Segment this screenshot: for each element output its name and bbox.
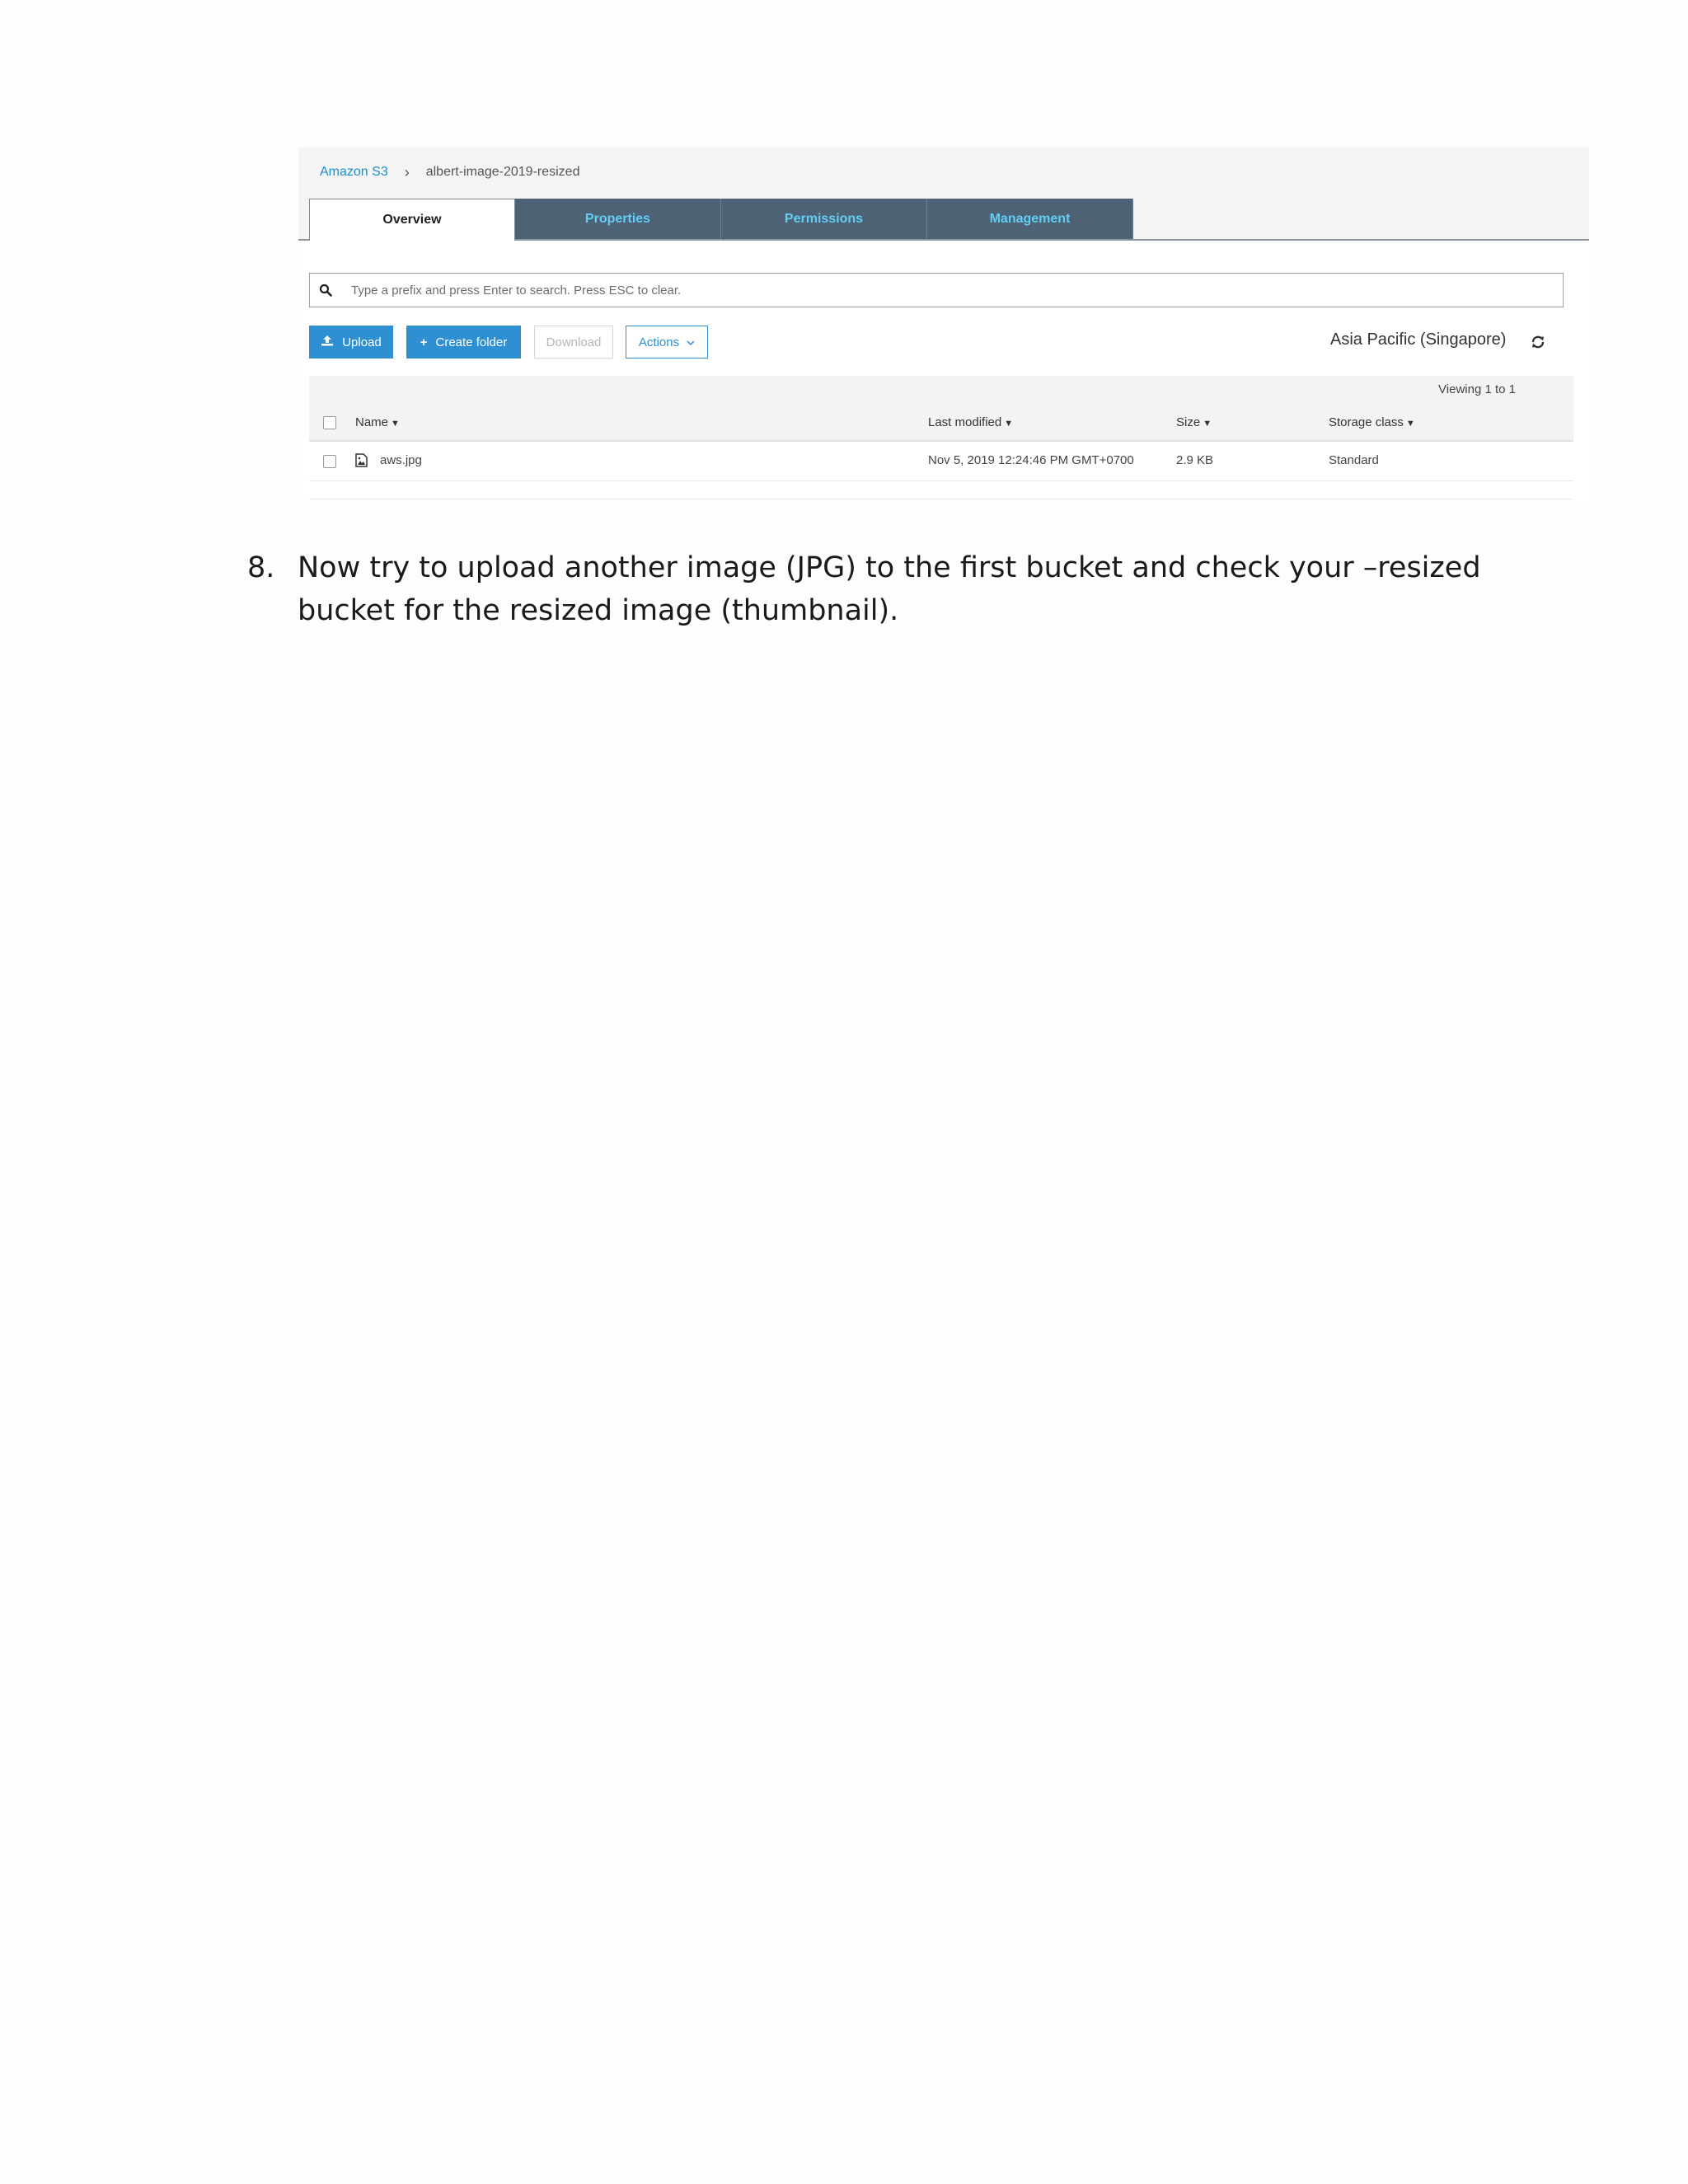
actions-dropdown[interactable]: Actions bbox=[626, 326, 708, 359]
column-header-last-modified[interactable]: Last modified ▼ bbox=[928, 415, 1013, 429]
table-row[interactable]: aws.jpg Nov 5, 2019 12:24:46 PM GMT+0700… bbox=[309, 442, 1573, 481]
search-input[interactable] bbox=[341, 283, 1563, 298]
sort-caret-icon: ▼ bbox=[1405, 419, 1415, 429]
sort-caret-icon: ▼ bbox=[1004, 419, 1014, 429]
plus-icon: + bbox=[420, 335, 428, 349]
tab-properties[interactable]: Properties bbox=[515, 199, 721, 239]
sort-caret-icon: ▼ bbox=[1203, 419, 1212, 429]
s3-console-screenshot: Amazon S3 › albert-image-2019-resized Pr… bbox=[298, 148, 1589, 502]
column-header-size[interactable]: Size ▼ bbox=[1176, 415, 1212, 429]
breadcrumb-current: albert-image-2019-resized bbox=[425, 165, 580, 179]
last-modified-cell: Nov 5, 2019 12:24:46 PM GMT+0700 bbox=[928, 453, 1134, 467]
tab-management[interactable]: Management bbox=[927, 199, 1133, 239]
tab-overview[interactable]: Overview bbox=[309, 199, 515, 241]
upload-icon bbox=[321, 335, 334, 349]
upload-button[interactable]: Upload bbox=[309, 326, 393, 359]
breadcrumb-separator: › bbox=[404, 163, 410, 180]
upload-button-label: Upload bbox=[342, 335, 382, 349]
column-header-storage-class[interactable]: Storage class ▼ bbox=[1329, 415, 1415, 429]
region-label: Asia Pacific (Singapore) bbox=[1330, 330, 1507, 349]
breadcrumb-root-link[interactable]: Amazon S3 bbox=[320, 165, 388, 180]
storage-class-cell: Standard bbox=[1329, 453, 1379, 467]
search-box bbox=[309, 273, 1564, 307]
breadcrumb-bar: Amazon S3 › albert-image-2019-resized Pr… bbox=[298, 148, 1589, 241]
step-number: 8. bbox=[247, 551, 275, 584]
select-all-checkbox[interactable] bbox=[323, 416, 336, 429]
image-file-icon bbox=[355, 453, 368, 471]
download-button[interactable]: Download bbox=[534, 326, 613, 359]
search-icon bbox=[310, 284, 341, 297]
column-header-name[interactable]: Name ▼ bbox=[355, 415, 400, 429]
table-header: Name ▼ Last modified ▼ Size ▼ Storage class… bbox=[309, 405, 1573, 442]
breadcrumb: Amazon S3 › albert-image-2019-resized bbox=[320, 156, 579, 189]
viewing-count: Viewing 1 to 1 bbox=[1438, 382, 1516, 396]
create-folder-button[interactable]: + Create folder bbox=[406, 326, 521, 359]
create-folder-button-label: Create folder bbox=[435, 335, 508, 349]
viewing-bar: Viewing 1 to 1 bbox=[309, 376, 1573, 405]
actions-dropdown-label: Actions bbox=[638, 335, 680, 349]
step-text: Now try to upload another image (JPG) to… bbox=[298, 551, 1481, 627]
tab-permissions[interactable]: Permissions bbox=[721, 199, 927, 239]
chevron-down-icon bbox=[687, 335, 695, 349]
row-checkbox[interactable] bbox=[323, 455, 336, 468]
size-cell: 2.9 KB bbox=[1176, 453, 1214, 467]
refresh-icon[interactable] bbox=[1531, 335, 1545, 354]
sort-caret-icon: ▼ bbox=[391, 419, 400, 429]
file-name-link[interactable]: aws.jpg bbox=[380, 453, 422, 467]
